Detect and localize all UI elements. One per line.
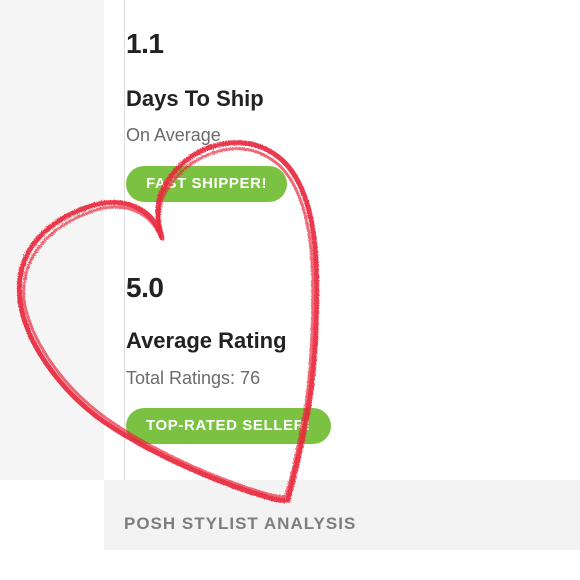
- top-rated-seller-badge: TOP-RATED SELLER!: [126, 408, 331, 444]
- section-body: [104, 550, 580, 580]
- total-ratings-text: Total Ratings: 76: [126, 368, 261, 388]
- section-title[interactable]: POSH STYLIST ANALYSIS: [124, 514, 356, 534]
- ship-time-value: 1.1: [126, 28, 164, 59]
- ship-time-subtext: On Average: [126, 125, 221, 145]
- ship-time-label: Days To Ship: [126, 86, 264, 111]
- left-gutter: [0, 0, 104, 480]
- card-divider: [124, 0, 125, 480]
- average-rating-value: 5.0: [126, 272, 164, 303]
- closet-stats-screenshot: 1.1 Days To Ship On Average FAST SHIPPER…: [0, 0, 580, 580]
- average-rating-label: Average Rating: [126, 328, 287, 353]
- fast-shipper-badge: FAST SHIPPER!: [126, 166, 288, 202]
